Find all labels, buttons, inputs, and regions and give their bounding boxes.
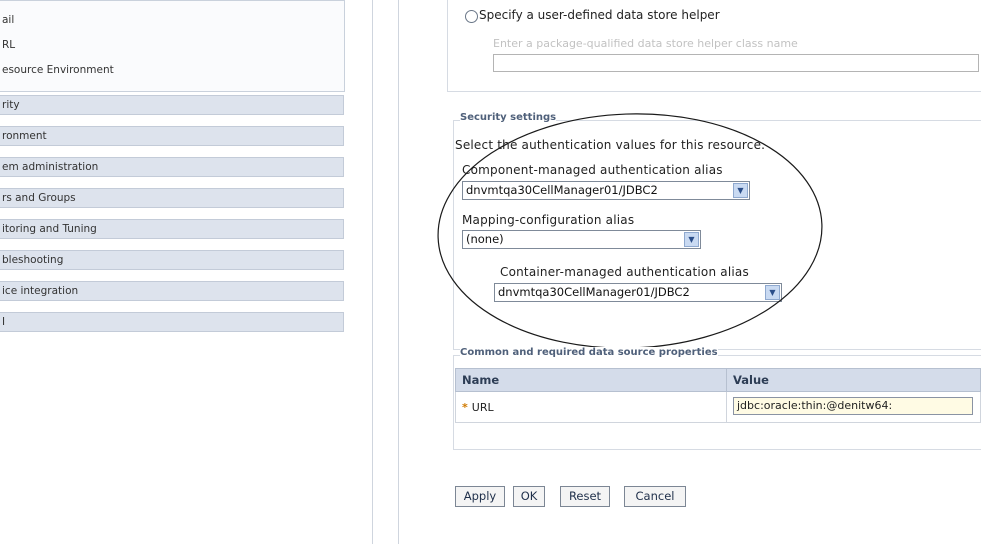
nav-item-troubleshooting[interactable]: bleshooting: [0, 250, 344, 270]
nav-subitems-box: ail RL esource Environment: [0, 0, 345, 92]
nav-subitem-resource-environment[interactable]: esource Environment: [2, 64, 114, 76]
nav-item-uddi[interactable]: I: [0, 312, 344, 332]
property-name: URL: [471, 400, 494, 414]
security-settings-title: Security settings: [460, 112, 557, 123]
chevron-down-icon[interactable]: ▼: [733, 183, 748, 198]
divider: [398, 0, 399, 544]
nav-item-environment[interactable]: ronment: [0, 126, 344, 146]
nav-subitem-mail[interactable]: ail: [2, 14, 14, 26]
chevron-down-icon[interactable]: ▼: [765, 285, 780, 300]
container-alias-label: Container-managed authentication alias: [500, 265, 749, 279]
container-alias-select[interactable]: dnvmtqa30CellManager01/JDBC2 ▼: [494, 283, 782, 302]
cancel-button[interactable]: Cancel: [624, 486, 686, 507]
mapping-alias-label: Mapping-configuration alias: [462, 213, 635, 227]
helper-class-name-label: Enter a package-qualified data store hel…: [493, 37, 798, 50]
reset-button[interactable]: Reset: [560, 486, 610, 507]
component-alias-value: dnvmtqa30CellManager01/JDBC2: [466, 183, 658, 197]
security-instructions: Select the authentication values for thi…: [455, 138, 766, 152]
helper-class-name-input[interactable]: [493, 54, 979, 72]
nav-subitem-url[interactable]: RL: [2, 39, 15, 51]
user-defined-helper-label: Specify a user-defined data store helper: [479, 8, 720, 22]
properties-title: Common and required data source properti…: [460, 347, 718, 358]
property-name-cell: * URL: [455, 391, 727, 423]
nav-item-system-administration[interactable]: em administration: [0, 157, 344, 177]
mapping-alias-value: (none): [466, 232, 504, 246]
nav-item-monitoring-and-tuning[interactable]: itoring and Tuning: [0, 219, 344, 239]
column-header-value: Value: [726, 368, 981, 392]
nav-item-security[interactable]: rity: [0, 95, 344, 115]
ok-button[interactable]: OK: [513, 486, 545, 507]
properties-table: Name Value * URL jdbc:oracle:thin:@denitw…: [455, 368, 981, 423]
divider: [372, 0, 373, 544]
component-alias-select[interactable]: dnvmtqa30CellManager01/JDBC2 ▼: [462, 181, 750, 200]
apply-button[interactable]: Apply: [455, 486, 505, 507]
property-value-cell: jdbc:oracle:thin:@denitw64:: [726, 391, 981, 423]
component-alias-label: Component-managed authentication alias: [462, 163, 723, 177]
chevron-down-icon[interactable]: ▼: [684, 232, 699, 247]
user-defined-helper-radio[interactable]: [465, 10, 478, 23]
nav-item-users-and-groups[interactable]: rs and Groups: [0, 188, 344, 208]
container-alias-value: dnvmtqa30CellManager01/JDBC2: [498, 285, 690, 299]
column-header-name: Name: [455, 368, 727, 392]
table-row: * URL jdbc:oracle:thin:@denitw64:: [455, 391, 981, 423]
nav-item-service-integration[interactable]: ice integration: [0, 281, 344, 301]
navigation-panel: ail RL esource Environment rity ronment …: [0, 0, 350, 544]
url-input[interactable]: jdbc:oracle:thin:@denitw64:: [733, 396, 973, 415]
mapping-alias-select[interactable]: (none) ▼: [462, 230, 701, 249]
asterisk-icon: *: [462, 400, 468, 414]
